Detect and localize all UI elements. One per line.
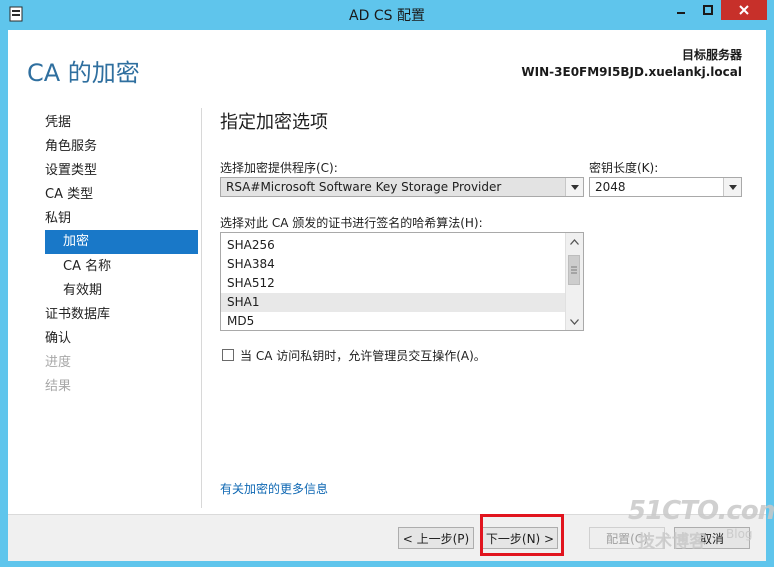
nav-divider <box>201 108 202 508</box>
admin-interaction-checkbox[interactable] <box>222 349 234 361</box>
nav-item-progress: 进度 <box>45 355 72 370</box>
nav-item-validity-period[interactable]: 有效期 <box>63 280 102 302</box>
nav-item-private-key[interactable]: 私钥 <box>45 208 71 230</box>
nav-item-results: 结果 <box>45 379 72 394</box>
provider-label: 选择加密提供程序(C): <box>220 161 338 175</box>
target-server-name: WIN-3E0FM9I5BJD.xuelankj.local <box>521 65 742 79</box>
nav-item-role-services[interactable]: 角色服务 <box>45 136 97 158</box>
list-item[interactable]: SHA512 <box>221 274 565 293</box>
nav-item-ca-type[interactable]: CA 类型 <box>45 184 93 206</box>
key-length-select[interactable]: 2048 <box>589 177 742 197</box>
window-frame: AD CS 配置 CA 的加密 目标服务器 WIN-3E0FM9I5BJD.xu… <box>0 0 774 567</box>
nav-item-certificate-database[interactable]: 证书数据库 <box>45 304 110 326</box>
watermark-blog: Blog <box>726 527 753 541</box>
scroll-thumb[interactable] <box>568 255 580 285</box>
chevron-down-icon[interactable] <box>565 178 583 196</box>
maximize-button[interactable] <box>694 0 721 20</box>
key-length-value: 2048 <box>595 180 626 194</box>
nav-item-credentials[interactable]: 凭据 <box>45 112 71 134</box>
close-button[interactable] <box>721 0 767 20</box>
scroll-down-icon[interactable] <box>566 313 583 330</box>
title-bar[interactable]: AD CS 配置 <box>0 0 774 30</box>
minimize-icon <box>676 12 685 14</box>
close-icon <box>739 5 749 15</box>
admin-interaction-label: 当 CA 访问私钥时，允许管理员交互操作(A)。 <box>240 349 486 363</box>
nav-item-confirmation[interactable]: 确认 <box>45 328 71 350</box>
minimize-button[interactable] <box>667 0 694 20</box>
list-item[interactable]: SHA256 <box>221 236 565 255</box>
hash-list-scrollbar[interactable] <box>565 233 583 330</box>
watermark-brand: 51CTO.com <box>628 496 774 526</box>
hash-algorithm-list[interactable]: SHA256 SHA384 SHA512 SHA1 MD5 <box>220 232 584 331</box>
previous-button[interactable]: < 上一步(P) <box>398 527 474 549</box>
next-button-highlight-box <box>480 514 564 556</box>
page-title: CA 的加密 <box>27 59 140 87</box>
nav-item-setup-type[interactable]: 设置类型 <box>45 160 97 182</box>
nav-item-cryptography[interactable]: 加密 <box>45 230 198 254</box>
more-info-link[interactable]: 有关加密的更多信息 <box>220 480 328 497</box>
provider-select[interactable]: RSA#Microsoft Software Key Storage Provi… <box>220 177 584 197</box>
target-server-label: 目标服务器 <box>681 48 742 62</box>
section-title: 指定加密选项 <box>220 112 328 133</box>
list-item-selected[interactable]: SHA1 <box>221 293 565 312</box>
provider-value: RSA#Microsoft Software Key Storage Provi… <box>226 180 502 194</box>
window-title: AD CS 配置 <box>349 8 425 24</box>
key-length-label: 密钥长度(K): <box>589 161 659 175</box>
list-item[interactable]: MD5 <box>221 312 565 330</box>
watermark-tagline: 技术博客 <box>638 532 706 552</box>
nav-item-ca-name[interactable]: CA 名称 <box>63 256 111 278</box>
maximize-icon <box>702 5 713 15</box>
chevron-down-icon[interactable] <box>723 178 741 196</box>
scroll-up-icon[interactable] <box>566 233 583 250</box>
hash-algorithm-label: 选择对此 CA 颁发的证书进行签名的哈希算法(H): <box>220 216 483 230</box>
wizard-body: CA 的加密 目标服务器 WIN-3E0FM9I5BJD.xuelankj.lo… <box>8 30 774 561</box>
list-item[interactable]: SHA384 <box>221 255 565 274</box>
